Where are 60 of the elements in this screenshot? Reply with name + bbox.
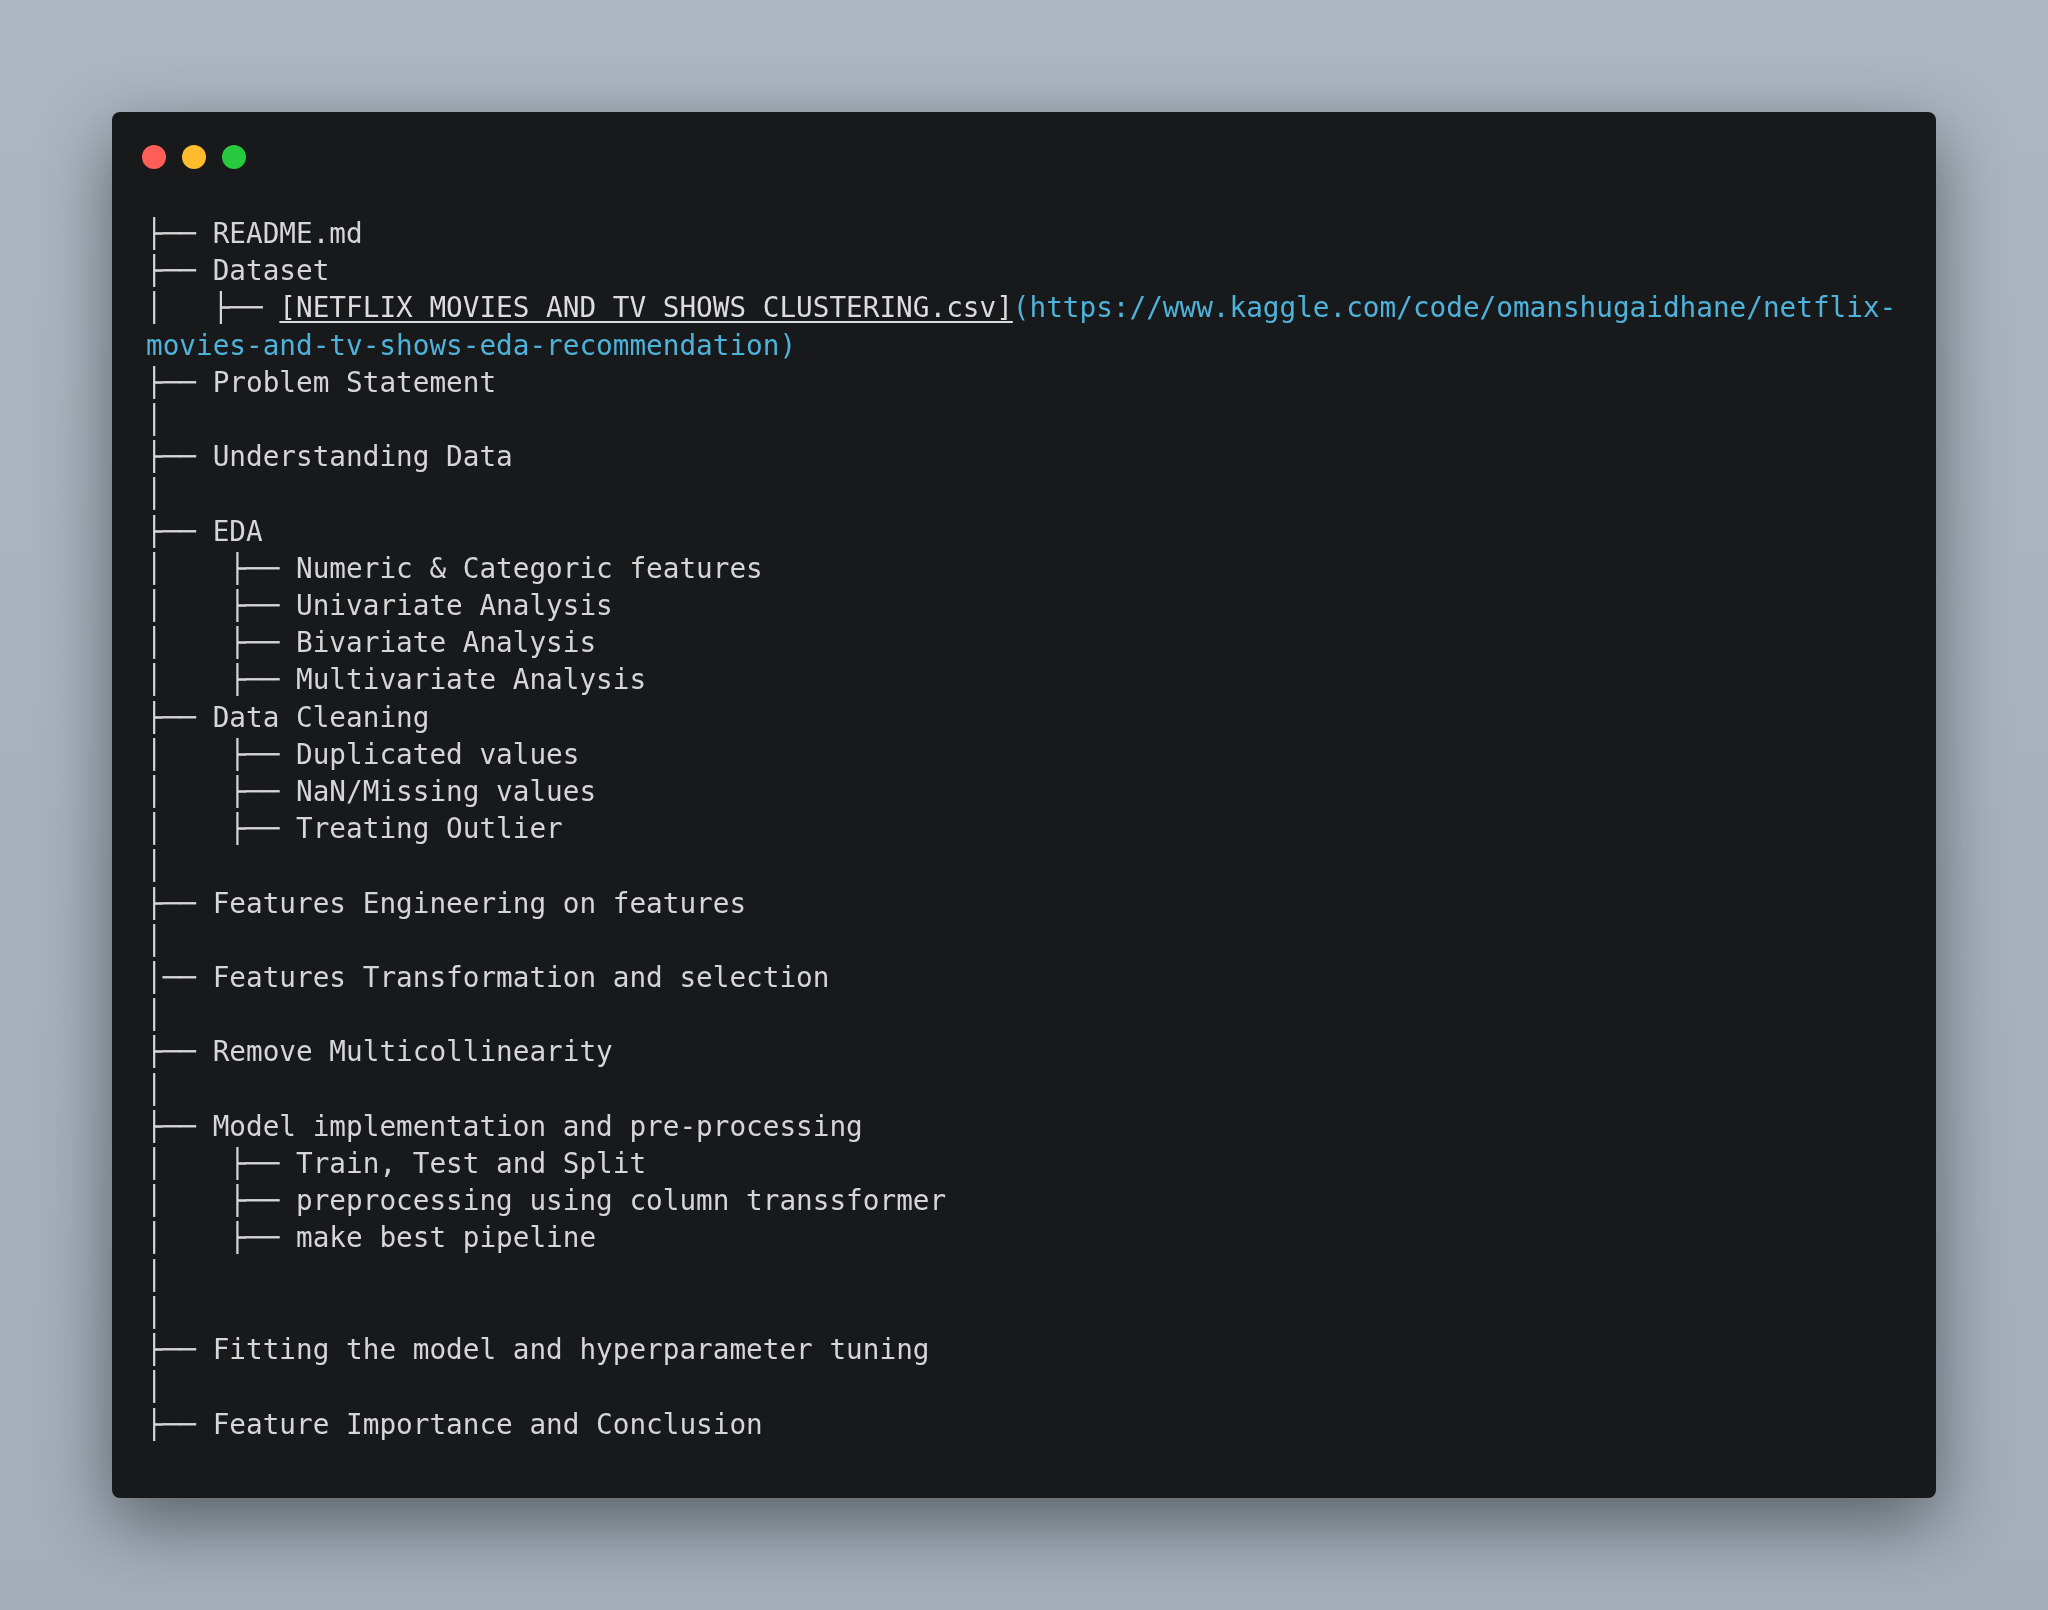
tree-connector: ├── — [146, 700, 198, 734]
tree-item-label: preprocessing using column transsformer — [296, 1184, 947, 1218]
link-url: (https://www.kaggle.com/code/omanshugaidhane/netflix- — [1012, 291, 1897, 325]
tree-connector: │ ├── — [146, 663, 281, 697]
tree-connector: │ — [146, 1370, 163, 1404]
tree-connector: │ ├── — [146, 1184, 281, 1218]
tree-connector: │ — [146, 1295, 163, 1329]
tree-item-label: Numeric & Categoric features — [296, 551, 763, 585]
tree-item-label: Remove Multicollinearity — [212, 1035, 613, 1069]
tree-connector: ├── — [146, 1407, 198, 1441]
tree-connector: │ — [146, 923, 163, 957]
tree-item-label: Treating Outlier — [296, 812, 563, 846]
tree-connector: ├── — [146, 365, 198, 399]
tree-item-label: NaN/Missing values — [296, 775, 597, 809]
tree-connector: │ — [146, 1258, 163, 1292]
tree-connector: │ — [146, 403, 163, 436]
window-button[interactable] — [182, 145, 206, 169]
tree-item-label: Features Engineering on features — [212, 886, 747, 920]
link-url: movies-and-tv-shows-eda-recommendation) — [146, 328, 797, 362]
tree-item-label: EDA — [212, 514, 263, 548]
window-button[interactable] — [222, 145, 246, 169]
tree-connector: ├── — [146, 1333, 198, 1367]
tree-connector: ├── — [146, 254, 198, 288]
tree-item-label: README.md — [212, 217, 363, 250]
tree-item-label: Feature Importance and Conclusion — [212, 1407, 763, 1441]
tree-connector: │ — [146, 477, 163, 511]
tree-item-label: Duplicated values — [296, 737, 580, 771]
tree-item-label: Model implementation and pre-processing — [212, 1109, 863, 1143]
tree-connector: │ ├── — [146, 589, 281, 623]
tree-connector: ├── — [146, 217, 198, 250]
tree-item-label: Data Cleaning — [212, 700, 430, 734]
tree-item-label: Dataset — [212, 254, 330, 288]
tree-connector: │ — [146, 998, 163, 1032]
tree-item-label: Fitting the model and hyperparameter tuning — [212, 1333, 930, 1367]
tree-connector: ├── — [146, 514, 198, 548]
tree-item-label: Features Transformation and selection — [212, 961, 830, 995]
window-button[interactable] — [142, 145, 166, 169]
tree-item-label: Problem Statement — [212, 365, 497, 399]
tree-connector: ├── — [146, 886, 198, 920]
tree-connector: ├── — [146, 1109, 198, 1143]
tree-connector: │ ├── — [146, 812, 281, 846]
tree-item-label: make best pipeline — [296, 1221, 597, 1255]
tree-connector: ├── — [146, 1035, 198, 1069]
tree-connector: │ — [146, 849, 163, 883]
tree-item-label: Multivariate Analysis — [296, 663, 647, 697]
tree-connector: │ ├── — [146, 551, 281, 585]
tree-connector: │ ├── — [146, 737, 281, 771]
tree-connector: │ ├── — [146, 1147, 281, 1181]
tree-item-label: Univariate Analysis — [296, 589, 613, 623]
tree-item-label: Understanding Data — [212, 440, 513, 474]
tree-connector: │── — [146, 961, 198, 995]
tree-connector: │ ├── — [146, 775, 281, 809]
tree-connector: │ ├── — [146, 626, 281, 660]
tree-item-label: Train, Test and Split — [296, 1147, 647, 1181]
tree-item-label: Bivariate Analysis — [296, 626, 597, 660]
tree-connector: │ ├── — [146, 291, 264, 325]
file-link[interactable]: [NETFLIX MOVIES AND TV SHOWS CLUSTERING.csv] — [279, 291, 1013, 325]
tree-connector: ├── — [146, 440, 198, 474]
tree-connector: │ ├── — [146, 1221, 281, 1255]
tree-connector: │ — [146, 1072, 163, 1106]
